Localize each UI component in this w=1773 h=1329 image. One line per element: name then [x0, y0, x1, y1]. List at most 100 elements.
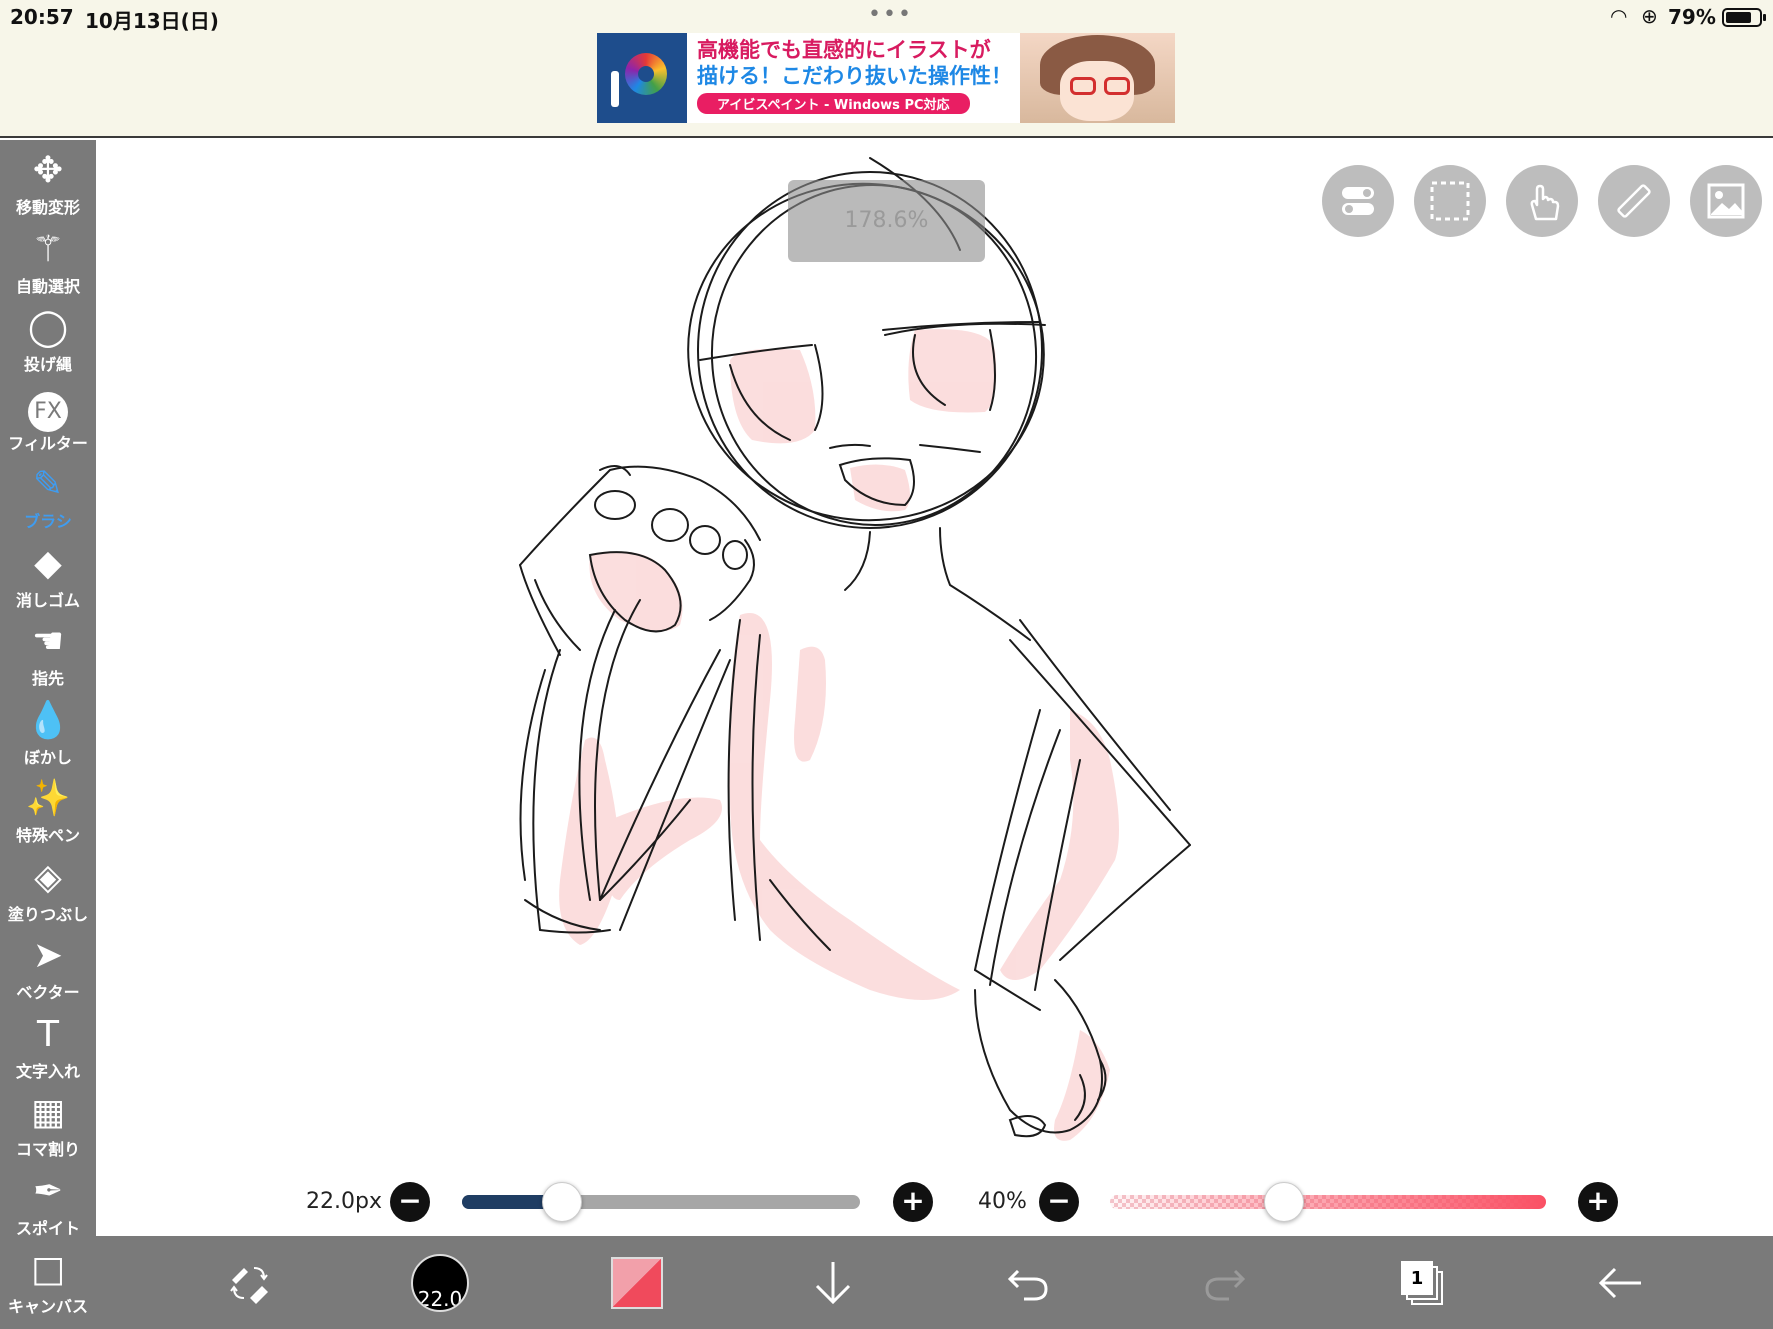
layer-count: 1: [1401, 1260, 1433, 1295]
lasso-icon: ◯: [27, 307, 69, 348]
back-button[interactable]: [1585, 1236, 1655, 1329]
tool-label: ベクター: [16, 983, 80, 1002]
ruler-icon: [1617, 184, 1651, 218]
color-button[interactable]: [602, 1236, 672, 1329]
brush-size-badge-button[interactable]: 22.0: [405, 1236, 475, 1329]
tool-brush[interactable]: ✎ ブラシ: [0, 462, 96, 540]
app-window: 20:57 10月13日(日) ••• ◠ ⊕ 79% 高機能でも直感的にイラス…: [0, 0, 1773, 1329]
brush-size-decrease-button[interactable]: −: [390, 1182, 430, 1222]
redo-icon: [1205, 1269, 1246, 1300]
status-date: 10月13日(日): [85, 9, 219, 33]
tool-label: 特殊ペン: [15, 826, 80, 845]
move-icon: ✥: [32, 150, 64, 191]
tool-move-transform[interactable]: ✥ 移動変形: [0, 148, 96, 226]
tool-label: 自動選択: [15, 276, 80, 296]
top-bar: 20:57 10月13日(日) ••• ◠ ⊕ 79% 高機能でも直感的にイラス…: [0, 0, 1773, 138]
selection-button[interactable]: [1414, 165, 1486, 237]
brush-size-value: 22.0px: [306, 1189, 382, 1214]
tool-label: ブラシ: [24, 512, 72, 531]
ad-line-1: 高機能でも直感的にイラストが: [697, 38, 991, 62]
ad-text: 高機能でも直感的にイラストが 描ける！こだわり抜いた操作性！ アイビスペイント …: [687, 33, 1020, 123]
opacity-value: 40%: [978, 1189, 1027, 1214]
tool-label: ぼかし: [23, 747, 72, 767]
tool-label: 指先: [31, 669, 64, 688]
brush-size-increase-button[interactable]: +: [893, 1182, 933, 1222]
vector-arrow-icon: ➤: [32, 935, 64, 976]
smudge-icon: ☚: [31, 621, 65, 662]
tool-eraser[interactable]: ◆ 消しゴム: [0, 541, 96, 619]
swap-brush-eraser-button[interactable]: [214, 1236, 284, 1329]
tool-label: フィルター: [8, 433, 88, 453]
arrow-left-icon: [1598, 1267, 1641, 1298]
fx-circle: FX: [28, 391, 68, 432]
undo-button[interactable]: [993, 1236, 1063, 1329]
layers-icon: 1: [1401, 1260, 1445, 1305]
tool-text[interactable]: T 文字入れ: [0, 1012, 96, 1090]
left-toolbar: ✥ 移動変形 ⚚ 自動選択 ◯ 投げ縄 FX フィルター ✎ ブラシ ◆ 消しゴム ☚ 指先 💧 ぼかし ✨ 特殊…: [0, 140, 96, 1329]
fill-bucket-icon: ◈: [34, 856, 62, 898]
toggle-button[interactable]: [1322, 165, 1394, 237]
opacity-slider[interactable]: [1110, 1195, 1546, 1209]
tool-label: 文字入れ: [15, 1061, 80, 1081]
sketch-artwork: [519, 157, 1191, 1141]
undo-icon: [1007, 1269, 1048, 1300]
battery-percent: 79%: [1668, 5, 1716, 29]
touch-button[interactable]: [1506, 165, 1578, 237]
tool-label: 移動変形: [15, 198, 80, 217]
text-icon: T: [37, 1013, 59, 1055]
drawing-canvas[interactable]: 178.6%: [96, 140, 1773, 1236]
tool-smudge[interactable]: ☚ 指先: [0, 619, 96, 697]
ad-line-2: 描ける！こだわり抜いた操作性！: [697, 64, 1012, 88]
blur-drop-icon: 💧: [25, 699, 71, 741]
opacity-increase-button[interactable]: +: [1578, 1182, 1618, 1222]
download-button[interactable]: [798, 1236, 868, 1329]
tool-filter[interactable]: FX フィルター: [0, 384, 96, 462]
tool-canvas[interactable]: □ キャンバス: [0, 1247, 96, 1325]
zoom-indicator: 178.6%: [788, 180, 985, 262]
layers-button[interactable]: 1: [1388, 1236, 1458, 1329]
battery-icon: [1722, 8, 1766, 27]
brush-size-slider-thumb[interactable]: [541, 1182, 582, 1222]
brush-size-slider[interactable]: [462, 1195, 860, 1209]
tool-label: 投げ縄: [23, 355, 72, 374]
ad-character-image: [1020, 33, 1175, 123]
tool-label: キャンバス: [7, 1297, 88, 1316]
tool-blur[interactable]: 💧 ぼかし: [0, 698, 96, 776]
tool-label: 塗りつぶし: [7, 904, 89, 924]
wifi-icon: ◠: [1610, 4, 1628, 28]
brush-size-badge: 22.0: [411, 1253, 469, 1312]
ibispaint-logo-icon: [597, 33, 687, 123]
opacity-decrease-button[interactable]: −: [1039, 1182, 1079, 1222]
selection-rect-icon: [1430, 181, 1470, 221]
tool-label: スポイト: [15, 1218, 80, 1238]
tool-special-pen[interactable]: ✨ 特殊ペン: [0, 776, 96, 854]
bottom-toolbar: 22.0 1: [96, 1236, 1773, 1329]
fx-icon: FX: [0, 384, 96, 432]
tool-magic-wand[interactable]: ⚚ 自動選択: [0, 227, 96, 305]
ruler-button[interactable]: [1598, 165, 1670, 237]
ad-tagline: アイビスペイント - Windows PC対応: [697, 93, 970, 114]
eyedropper-icon: ✒: [32, 1170, 64, 1212]
reference-image-button[interactable]: [1690, 165, 1762, 237]
brush-icon: ✎: [32, 464, 64, 505]
redo-button[interactable]: [1190, 1236, 1260, 1329]
special-pen-icon: ✨: [25, 778, 71, 819]
tool-lasso[interactable]: ◯ 投げ縄: [0, 305, 96, 383]
brush-eraser-swap-icon: [230, 1266, 268, 1304]
status-time: 20:57: [10, 5, 74, 29]
image-icon: [1707, 183, 1745, 219]
frame-divider-icon: ▦: [30, 1092, 65, 1133]
tool-eyedropper[interactable]: ✒ スポイト: [0, 1169, 96, 1247]
ad-banner[interactable]: 高機能でも直感的にイラストが 描ける！こだわり抜いた操作性！ アイビスペイント …: [597, 33, 1175, 123]
color-swatch: [611, 1256, 663, 1309]
orientation-lock-icon: ⊕: [1641, 4, 1658, 28]
multitask-dots-icon[interactable]: •••: [868, 2, 913, 27]
tool-vector[interactable]: ➤ ベクター: [0, 933, 96, 1011]
magic-wand-icon: ⚚: [31, 228, 65, 270]
hand-touch-icon: [1530, 184, 1560, 221]
arrow-down-icon: [815, 1261, 851, 1304]
tool-label: コマ割り: [15, 1140, 80, 1159]
toggle-switch-icon: [1342, 187, 1374, 215]
tool-fill[interactable]: ◈ 塗りつぶし: [0, 855, 96, 933]
tool-frame-divider[interactable]: ▦ コマ割り: [0, 1090, 96, 1168]
